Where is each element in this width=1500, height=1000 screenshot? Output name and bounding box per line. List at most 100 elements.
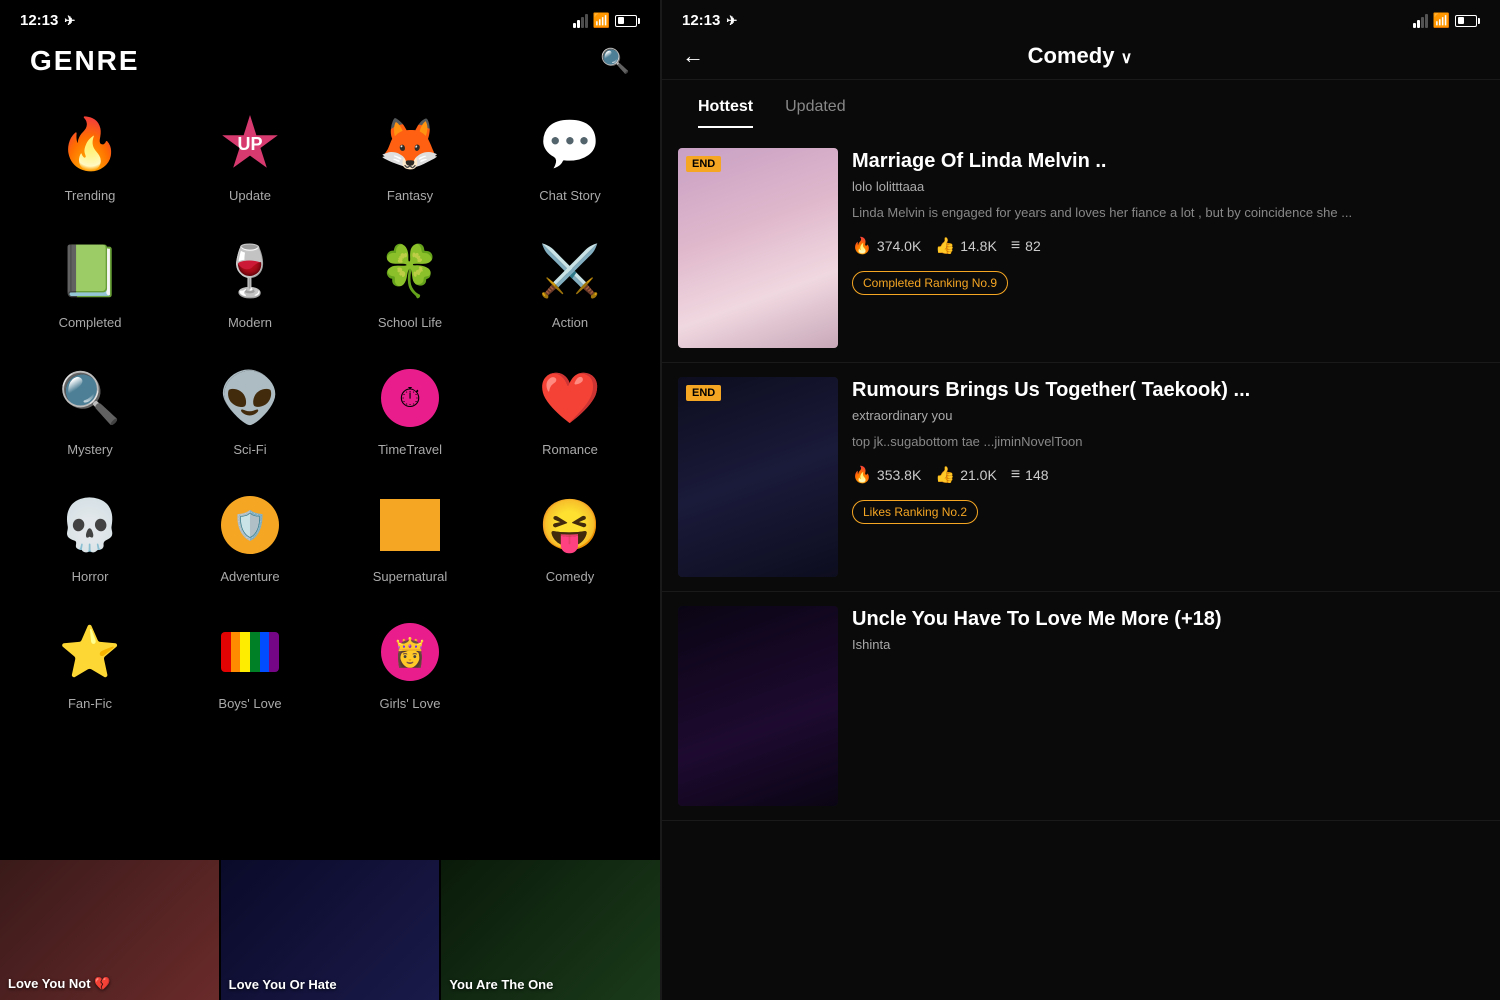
chapters-stat: ≡ 82 [1011, 237, 1041, 255]
genre-item-chat-story[interactable]: 💬 Chat Story [490, 92, 650, 219]
chapters-icon: ≡ [1011, 466, 1020, 484]
genre-item-adventure[interactable]: 🛡️ Adventure [170, 473, 330, 600]
left-signal-icon [573, 14, 588, 28]
genre-item-update[interactable]: UP Update [170, 92, 330, 219]
left-time: 12:13 [20, 12, 58, 29]
genre-label-trending: Trending [65, 188, 116, 203]
story-author: extraordinary you [852, 408, 1484, 423]
search-button[interactable]: 🔍 [600, 47, 630, 76]
genre-label-mystery: Mystery [67, 442, 113, 457]
story-stats: 🔥 353.8K 👍 21.0K ≡ 148 [852, 465, 1484, 485]
end-badge: END [686, 156, 721, 172]
genre-item-comedy[interactable]: 😝 Comedy [490, 473, 650, 600]
like-icon: 👍 [935, 236, 955, 256]
right-status-right: 📶 [1413, 12, 1480, 29]
chapters-count: 148 [1025, 467, 1048, 483]
genre-icon-completed: 📗 [54, 235, 126, 307]
story-desc: Linda Melvin is engaged for years and lo… [852, 203, 1484, 223]
story-item-s1[interactable]: END Marriage Of Linda Melvin .. lolo lol… [662, 134, 1500, 363]
back-button[interactable]: ← [682, 43, 704, 69]
genre-item-fantasy[interactable]: 🦊 Fantasy [330, 92, 490, 219]
tabs-container: HottestUpdated [662, 80, 1500, 124]
right-time: 12:13 [682, 12, 720, 29]
story-item-s2[interactable]: END Rumours Brings Us Together( Taekook)… [662, 363, 1500, 592]
genre-item-fan-fic[interactable]: ⭐ Fan-Fic [10, 600, 170, 727]
genre-label-update: Update [229, 188, 271, 203]
genre-label-adventure: Adventure [220, 569, 279, 584]
chapters-icon: ≡ [1011, 237, 1020, 255]
left-wifi-icon: 📶 [593, 12, 610, 29]
fire-icon: 🔥 [852, 465, 872, 485]
page-title: Comedy [1028, 43, 1115, 68]
right-battery-icon [1455, 15, 1480, 27]
right-wifi-icon: 📶 [1433, 12, 1450, 29]
genre-item-school-life[interactable]: 🍀 School Life [330, 219, 490, 346]
tab-hottest[interactable]: Hottest [682, 90, 769, 124]
genre-icon-adventure: 🛡️ [214, 489, 286, 561]
genre-item-mystery[interactable]: 🔍 Mystery [10, 346, 170, 473]
like-icon: 👍 [935, 465, 955, 485]
right-status-left: 12:13 ✈ [682, 12, 737, 29]
story-desc: top jk..sugabottom tae ...jiminNovelToon [852, 432, 1484, 452]
genre-icon-fan-fic: ⭐ [54, 616, 126, 688]
genre-item-completed[interactable]: 📗 Completed [10, 219, 170, 346]
chapters-count: 82 [1025, 238, 1041, 254]
story-info-s2: Rumours Brings Us Together( Taekook) ...… [852, 377, 1484, 577]
carousel-label-c1: Love You Not 💔 [8, 976, 110, 992]
story-thumb-s2: END [678, 377, 838, 577]
story-stats: 🔥 374.0K 👍 14.8K ≡ 82 [852, 236, 1484, 256]
right-location-icon: ✈ [726, 13, 737, 29]
genre-icon-girls-love: 👸 [374, 616, 446, 688]
genre-icon-horror: 💀 [54, 489, 126, 561]
likes-stat: 👍 21.0K [935, 465, 997, 485]
genre-title: GENRE [30, 45, 140, 77]
ranking-badge: Likes Ranking No.2 [852, 500, 978, 524]
left-battery-icon [615, 15, 640, 27]
carousel-label-c3: You Are The One [449, 977, 553, 992]
fires-count: 374.0K [877, 238, 921, 254]
genre-icon-boys-love [214, 616, 286, 688]
genre-label-action: Action [552, 315, 588, 330]
genre-item-horror[interactable]: 💀 Horror [10, 473, 170, 600]
story-item-s3[interactable]: Uncle You Have To Love Me More (+18) Ish… [662, 592, 1500, 821]
story-title: Marriage Of Linda Melvin .. [852, 148, 1484, 174]
genre-label-modern: Modern [228, 315, 272, 330]
genre-label-chat-story: Chat Story [539, 188, 600, 203]
carousel-item-c1[interactable]: Love You Not 💔 [0, 860, 219, 1000]
dropdown-arrow-icon[interactable]: ∨ [1121, 50, 1133, 67]
right-panel: 12:13 ✈ 📶 ← Comedy ∨ HottestUpdated [662, 0, 1500, 1000]
genre-label-fantasy: Fantasy [387, 188, 433, 203]
genre-icon-school-life: 🍀 [374, 235, 446, 307]
tab-updated[interactable]: Updated [769, 90, 862, 124]
fires-count: 353.8K [877, 467, 921, 483]
story-thumb-s1: END [678, 148, 838, 348]
carousel-item-c3[interactable]: You Are The One [441, 860, 660, 1000]
genre-grid: 🔥 Trending UP Update 🦊 Fantasy 💬 Chat St… [0, 92, 660, 727]
bottom-carousel: Love You Not 💔 Love You Or Hate You Are … [0, 860, 660, 1000]
genre-item-girls-love[interactable]: 👸 Girls' Love [330, 600, 490, 727]
genre-icon-trending: 🔥 [54, 108, 126, 180]
genre-icon-time-travel: ⏱ [374, 362, 446, 434]
right-signal-icon [1413, 14, 1428, 28]
genre-item-trending[interactable]: 🔥 Trending [10, 92, 170, 219]
genre-item-supernatural[interactable]: 👁 Supernatural [330, 473, 490, 600]
genre-icon-romance: ❤️ [534, 362, 606, 434]
story-title: Rumours Brings Us Together( Taekook) ... [852, 377, 1484, 403]
genre-label-completed: Completed [59, 315, 122, 330]
likes-count: 14.8K [960, 238, 997, 254]
genre-item-boys-love[interactable]: Boys' Love [170, 600, 330, 727]
genre-label-girls-love: Girls' Love [379, 696, 440, 711]
genre-item-romance[interactable]: ❤️ Romance [490, 346, 650, 473]
fires-stat: 🔥 353.8K [852, 465, 921, 485]
likes-count: 21.0K [960, 467, 997, 483]
genre-item-time-travel[interactable]: ⏱ TimeTravel [330, 346, 490, 473]
story-info-s3: Uncle You Have To Love Me More (+18) Ish… [852, 606, 1484, 806]
genre-label-time-travel: TimeTravel [378, 442, 442, 457]
genre-item-modern[interactable]: 🍷 Modern [170, 219, 330, 346]
genre-item-sci-fi[interactable]: 👽 Sci-Fi [170, 346, 330, 473]
carousel-item-c2[interactable]: Love You Or Hate [221, 860, 440, 1000]
genre-item-action[interactable]: ⚔️ Action [490, 219, 650, 346]
left-status-right: 📶 [573, 12, 640, 29]
genre-icon-action: ⚔️ [534, 235, 606, 307]
ranking-badge: Completed Ranking No.9 [852, 271, 1008, 295]
